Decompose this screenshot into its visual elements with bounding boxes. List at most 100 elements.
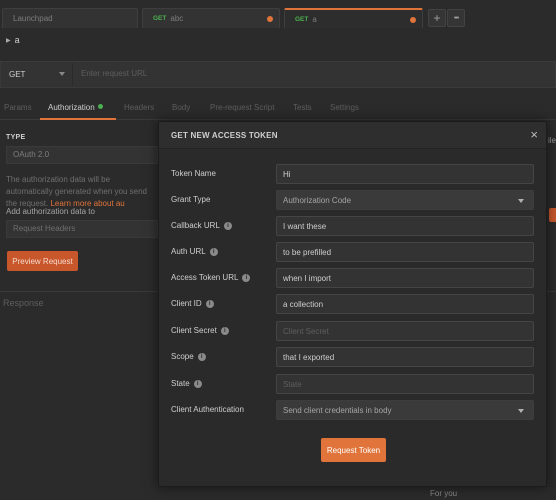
url-input[interactable]: Enter request URL [81,69,147,78]
token-name-label: Token Name [171,169,216,178]
more-icon: ••• [453,14,459,22]
tab-headers[interactable]: Headers [124,103,154,112]
scope-label-text: Scope [171,352,194,361]
method-value: GET [9,70,26,79]
callback-url-row: Callback URL i I want these [159,216,546,236]
grant-type-value: Authorization Code [283,196,352,205]
tab-abc[interactable]: GET abc [142,8,280,28]
tab-method: GET [153,15,167,22]
access-token-url-input[interactable]: when I import [276,268,534,288]
client-authentication-row: Client Authentication Send client creden… [159,400,546,420]
client-authentication-label-text: Client Authentication [171,405,244,414]
request-subtabs: Params Authorization Headers Body Pre-re… [0,98,556,120]
right-panel-button[interactable] [549,208,556,222]
info-icon[interactable]: i [220,326,229,335]
scope-label: Scope i [171,352,206,361]
token-name-input[interactable]: Hi [276,164,534,184]
client-id-input[interactable]: a collection [276,294,534,314]
chevron-down-icon [518,199,524,203]
response-label: Response [3,298,44,308]
footer-text: For you [430,489,458,498]
url-bar: GET Enter request URL [0,61,556,88]
add-auth-select[interactable]: Request Headers [6,220,158,238]
auth-url-input[interactable]: to be prefilled [276,242,534,262]
right-panel-text: ile [548,136,556,145]
client-id-row: Client ID i a collection [159,294,546,314]
tab-settings[interactable]: Settings [330,103,359,112]
client-authentication-value: Send client credentials in body [283,406,392,415]
access-token-url-label-text: Access Token URL [171,273,239,282]
scope-input[interactable]: that I exported [276,347,534,367]
chevron-down-icon [59,72,65,76]
auth-url-label: Auth URL i [171,247,218,256]
info-icon[interactable]: i [197,352,206,361]
auth-url-label-text: Auth URL [171,247,206,256]
tab-label: a [312,14,317,24]
grant-type-label-text: Grant Type [171,195,211,204]
request-name-label: a [14,35,20,45]
state-row: State i State [159,374,546,394]
grant-type-row: Grant Type Authorization Code [159,190,546,210]
tab-label: abc [170,14,184,23]
tab-options-button[interactable]: ••• [447,9,465,27]
tab-method: GET [295,15,309,23]
grant-type-label: Grant Type [171,195,210,204]
tab-body[interactable]: Body [172,103,190,112]
grant-type-select[interactable]: Authorization Code [276,190,534,210]
close-icon[interactable]: × [530,128,538,141]
scope-row: Scope i that I exported [159,347,546,367]
info-icon[interactable]: i [193,379,202,388]
chevron-down-icon [518,409,524,413]
tab-params[interactable]: Params [4,103,32,112]
auth-type-label: TYPE [6,134,26,141]
method-select[interactable]: GET [2,63,73,86]
client-id-label-text: Client ID [171,299,202,308]
client-id-label: Client ID i [171,299,214,308]
unsaved-dot-icon [410,17,416,23]
add-auth-label: Add authorization data to [6,207,95,216]
state-label: State i [171,379,202,388]
access-token-url-label: Access Token URL i [171,273,251,282]
preview-request-button[interactable]: Preview Request [7,251,78,271]
tab-authorization-label: Authorization [48,103,95,112]
tab-authorization[interactable]: Authorization [48,103,103,112]
client-authentication-label: Client Authentication [171,405,244,414]
client-secret-row: Client Secret i Client Secret [159,321,546,341]
caret-right-icon: ▶ [6,37,11,44]
active-tab-indicator [40,118,116,120]
info-icon[interactable]: i [209,247,218,256]
tab-bar: Launchpad GET abc GET a + ••• [0,0,556,31]
auth-url-row: Auth URL i to be prefilled [159,242,546,262]
token-name-row: Token Name Hi [159,164,546,184]
tab-pre-request-script[interactable]: Pre-request Script [210,103,274,112]
request-token-button[interactable]: Request Token [321,438,386,462]
auth-description: The authorization data will be automatic… [6,174,158,210]
state-label-text: State [171,379,190,388]
tab-a[interactable]: GET a [284,8,423,28]
client-secret-label-text: Client Secret [171,326,217,335]
tab-tests[interactable]: Tests [293,103,312,112]
callback-url-label: Callback URL i [171,221,232,230]
tab-label: Launchpad [13,14,53,23]
status-dot-icon [97,104,103,109]
modal-title: GET NEW ACCESS TOKEN [171,131,278,140]
get-new-access-token-modal: GET NEW ACCESS TOKEN × Token Name Hi Gra… [158,121,547,487]
client-authentication-select[interactable]: Send client credentials in body [276,400,534,420]
client-secret-input[interactable]: Client Secret [276,321,534,341]
request-name[interactable]: ▶ a [6,35,20,45]
plus-icon: + [433,11,441,25]
new-tab-button[interactable]: + [428,9,446,27]
auth-type-select[interactable]: OAuth 2.0 [6,146,158,164]
unsaved-dot-icon [267,16,273,22]
state-input[interactable]: State [276,374,534,394]
callback-url-label-text: Callback URL [171,221,220,230]
token-name-label-text: Token Name [171,169,216,178]
tab-launchpad[interactable]: Launchpad [2,8,138,28]
modal-header: GET NEW ACCESS TOKEN × [159,122,546,149]
info-icon[interactable]: i [205,299,214,308]
info-icon[interactable]: i [223,221,232,230]
info-icon[interactable]: i [242,273,251,282]
client-secret-label: Client Secret i [171,326,229,335]
callback-url-input[interactable]: I want these [276,216,534,236]
access-token-url-row: Access Token URL i when I import [159,268,546,288]
